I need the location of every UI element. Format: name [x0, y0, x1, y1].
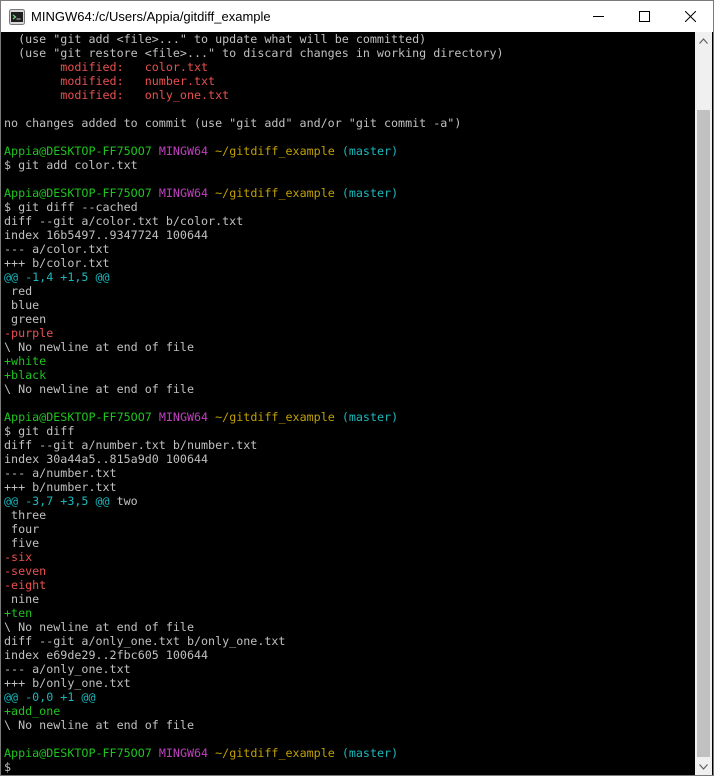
command-line: $ git diff	[4, 424, 75, 438]
diff-header-line: index e69de29..2fbc605 100644	[4, 648, 209, 662]
output-line: (use "git add <file>..." to update what …	[4, 32, 427, 46]
diff-header-line: diff --git a/color.txt b/color.txt	[4, 214, 244, 228]
prompt-branch: (master)	[341, 186, 399, 200]
prompt-line: Appia@DESKTOP-FF75OO7 MINGW64 ~/gitdiff_…	[4, 410, 696, 424]
command-line: $	[4, 760, 19, 774]
diff-context-line: four	[4, 522, 40, 536]
diff-header-line: --- a/number.txt	[4, 466, 117, 480]
minimize-icon	[592, 16, 604, 17]
command-line: $ git add color.txt	[4, 158, 138, 172]
prompt-user: Appia@DESKTOP-FF75OO7	[4, 186, 152, 200]
diff-header-line: diff --git a/number.txt b/number.txt	[4, 438, 258, 452]
close-icon	[684, 11, 696, 22]
diff-context-line: \ No newline at end of file	[4, 620, 194, 634]
diff-header-line: index 30a44a5..815a9d0 100644	[4, 452, 209, 466]
diff-context-line: nine	[4, 592, 40, 606]
output-line: (use "git restore <file>..." to discard …	[4, 46, 504, 60]
terminal-output[interactable]: (use "git add <file>..." to update what …	[4, 32, 696, 775]
title-bar[interactable]: MINGW64:/c/Users/Appia/gitdiff_example	[1, 1, 713, 32]
diff-removed-line: -seven	[4, 564, 47, 578]
prompt-path: ~/gitdiff_example	[215, 746, 335, 760]
modified-file-line: modified: color.txt	[4, 60, 209, 74]
prompt-line: Appia@DESKTOP-FF75OO7 MINGW64 ~/gitdiff_…	[4, 144, 696, 158]
diff-context-line: \ No newline at end of file	[4, 340, 194, 354]
diff-header-line: +++ b/only_one.txt	[4, 676, 131, 690]
hunk-range: @@ -0,0 +1 @@	[4, 690, 96, 704]
prompt-system: MINGW64	[158, 746, 209, 760]
window-controls	[575, 1, 713, 32]
prompt-path: ~/gitdiff_example	[215, 410, 335, 424]
diff-added-line: +black	[4, 368, 47, 382]
diff-removed-line: -six	[4, 550, 33, 564]
hunk-range: @@ -3,7 +3,5 @@	[4, 494, 110, 508]
diff-context-line: blue	[4, 298, 40, 312]
close-button[interactable]	[667, 1, 713, 32]
prompt-line: Appia@DESKTOP-FF75OO7 MINGW64 ~/gitdiff_…	[4, 746, 696, 760]
window-title: MINGW64:/c/Users/Appia/gitdiff_example	[31, 9, 271, 24]
prompt-user: Appia@DESKTOP-FF75OO7	[4, 144, 152, 158]
diff-context-line: red	[4, 284, 33, 298]
terminal-window: MINGW64:/c/Users/Appia/gitdiff_example (…	[0, 0, 714, 776]
scroll-up-button[interactable]	[695, 32, 712, 49]
mingw-icon	[9, 8, 25, 25]
prompt-user: Appia@DESKTOP-FF75OO7	[4, 746, 152, 760]
diff-context-line: \ No newline at end of file	[4, 718, 194, 732]
diff-hunk-header: @@ -1,4 +1,5 @@	[4, 270, 696, 284]
prompt-user: Appia@DESKTOP-FF75OO7	[4, 410, 152, 424]
prompt-line: Appia@DESKTOP-FF75OO7 MINGW64 ~/gitdiff_…	[4, 186, 696, 200]
diff-added-line: +white	[4, 354, 47, 368]
vertical-scrollbar[interactable]	[695, 32, 712, 775]
diff-header-line: --- a/only_one.txt	[4, 662, 131, 676]
scroll-down-button[interactable]	[695, 758, 712, 775]
diff-header-line: index 16b5497..9347724 100644	[4, 228, 209, 242]
output-line: no changes added to commit (use "git add…	[4, 116, 462, 130]
diff-removed-line: -purple	[4, 326, 54, 340]
prompt-branch: (master)	[341, 144, 399, 158]
diff-added-line: +ten	[4, 606, 33, 620]
prompt-branch: (master)	[341, 410, 399, 424]
modified-file-line: modified: only_one.txt	[4, 88, 230, 102]
scrollbar-thumb[interactable]	[697, 110, 710, 757]
hunk-range: @@ -1,4 +1,5 @@	[4, 270, 110, 284]
prompt-path: ~/gitdiff_example	[215, 144, 335, 158]
diff-hunk-header: @@ -3,7 +3,5 @@ two	[4, 494, 696, 508]
prompt-system: MINGW64	[158, 410, 209, 424]
prompt-system: MINGW64	[158, 186, 209, 200]
command-line: $ git diff --cached	[4, 200, 138, 214]
maximize-button[interactable]	[621, 1, 667, 32]
prompt-system: MINGW64	[158, 144, 209, 158]
diff-context-line: \ No newline at end of file	[4, 382, 194, 396]
modified-file-line: modified: number.txt	[4, 74, 216, 88]
diff-added-line: +add_one	[4, 704, 61, 718]
diff-removed-line: -eight	[4, 578, 47, 592]
prompt-branch: (master)	[341, 746, 399, 760]
diff-context-line: three	[4, 508, 47, 522]
hunk-context: two	[109, 494, 138, 508]
diff-header-line: --- a/color.txt	[4, 242, 110, 256]
diff-header-line: diff --git a/only_one.txt b/only_one.txt	[4, 634, 286, 648]
chevron-down-icon	[699, 763, 708, 770]
maximize-icon	[638, 11, 650, 22]
diff-context-line: five	[4, 536, 40, 550]
diff-header-line: +++ b/color.txt	[4, 256, 110, 270]
diff-header-line: +++ b/number.txt	[4, 480, 117, 494]
prompt-path: ~/gitdiff_example	[215, 186, 335, 200]
minimize-button[interactable]	[575, 1, 621, 32]
diff-hunk-header: @@ -0,0 +1 @@	[4, 690, 696, 704]
chevron-up-icon	[699, 37, 708, 44]
diff-context-line: green	[4, 312, 47, 326]
